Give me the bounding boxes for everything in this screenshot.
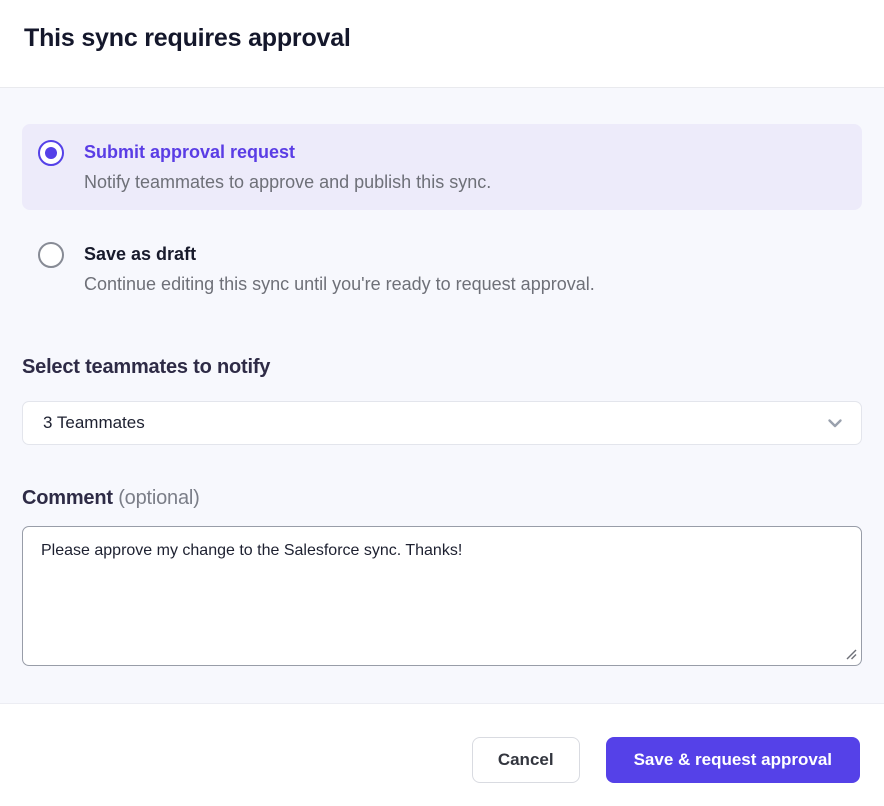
option-submit-approval-request[interactable]: Submit approval request Notify teammates…: [22, 124, 862, 210]
radio-submit-approval-request[interactable]: [38, 140, 64, 166]
cancel-button[interactable]: Cancel: [472, 737, 580, 783]
option-text: Save as draft Continue editing this sync…: [84, 241, 595, 297]
comment-optional-label: (optional): [118, 487, 199, 509]
comment-textarea[interactable]: Please approve my change to the Salesfor…: [22, 526, 862, 666]
teammates-select[interactable]: 3 Teammates: [22, 401, 862, 445]
modal-body: Submit approval request Notify teammates…: [0, 88, 884, 704]
teammates-heading: Select teammates to notify: [22, 356, 862, 379]
modal-header: This sync requires approval: [0, 0, 884, 88]
option-label-draft: Save as draft: [84, 241, 595, 267]
comment-label-text: Comment: [22, 487, 113, 509]
save-request-approval-button[interactable]: Save & request approval: [606, 737, 860, 783]
resize-handle-icon[interactable]: [844, 647, 858, 661]
option-save-as-draft[interactable]: Save as draft Continue editing this sync…: [22, 226, 862, 312]
option-description-draft: Continue editing this sync until you're …: [84, 271, 595, 297]
teammates-select-value: 3 Teammates: [43, 413, 145, 433]
chevron-down-icon: [825, 413, 845, 433]
radio-selected-dot: [45, 147, 57, 159]
modal-footer: Cancel Save & request approval: [0, 704, 884, 806]
comment-textarea-wrap: Please approve my change to the Salesfor…: [22, 526, 862, 666]
option-text: Submit approval request Notify teammates…: [84, 139, 491, 195]
option-description-submit: Notify teammates to approve and publish …: [84, 169, 491, 195]
modal-title: This sync requires approval: [24, 24, 860, 53]
radio-save-as-draft[interactable]: [38, 242, 64, 268]
comment-label: Comment (optional): [22, 487, 862, 510]
approval-modal: This sync requires approval Submit appro…: [0, 0, 884, 806]
option-label-submit: Submit approval request: [84, 139, 491, 165]
